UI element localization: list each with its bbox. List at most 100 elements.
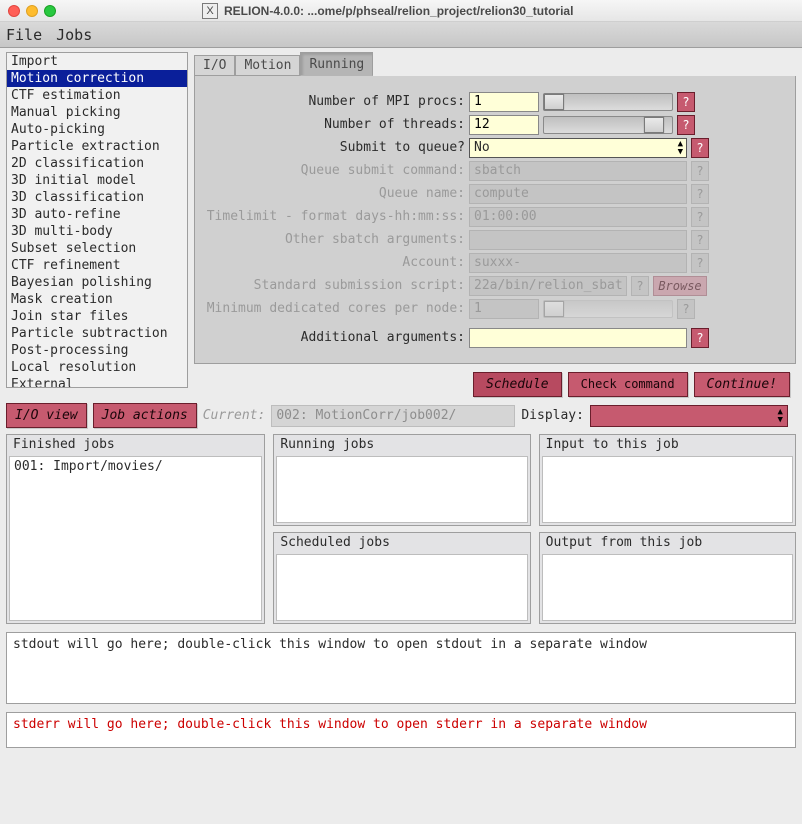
jobtype-item[interactable]: Manual picking	[7, 104, 187, 121]
current-job-field: 002: MotionCorr/job002/	[271, 405, 515, 427]
job-type-list[interactable]: ImportMotion correctionCTF estimationMan…	[6, 52, 188, 388]
running-jobs-header: Running jobs	[274, 435, 529, 454]
othersb-help: ?	[691, 230, 709, 250]
jobtype-item[interactable]: Subset selection	[7, 240, 187, 257]
qname-label: Queue name:	[203, 186, 465, 201]
jobtype-item[interactable]: CTF estimation	[7, 87, 187, 104]
output-jobs-panel: Output from this job	[539, 532, 796, 624]
finished-jobs-list[interactable]: 001: Import/movies/	[9, 456, 262, 621]
schedule-button[interactable]: Schedule	[473, 372, 562, 397]
mpi-input[interactable]	[469, 92, 539, 112]
threads-slider[interactable]	[543, 116, 673, 134]
addargs-input[interactable]	[469, 328, 687, 348]
addargs-help[interactable]: ?	[691, 328, 709, 348]
output-jobs-header: Output from this job	[540, 533, 795, 552]
output-jobs-list[interactable]	[542, 554, 793, 621]
mincores-label: Minimum dedicated cores per node:	[203, 301, 465, 316]
mincores-input	[469, 299, 539, 319]
account-input	[469, 253, 687, 273]
mincores-help: ?	[677, 299, 695, 319]
input-jobs-panel: Input to this job	[539, 434, 796, 526]
running-jobs-panel: Running jobs	[273, 434, 530, 526]
jobtype-item[interactable]: Import	[7, 53, 187, 70]
timelimit-input	[469, 207, 687, 227]
queue-dropdown[interactable]: No ▲▼	[469, 138, 687, 158]
jobtype-item[interactable]: Mask creation	[7, 291, 187, 308]
script-input	[469, 276, 627, 296]
queue-label: Submit to queue?	[203, 140, 465, 155]
jobtype-item[interactable]: Join star files	[7, 308, 187, 325]
tab-io[interactable]: I/O	[194, 55, 235, 76]
input-jobs-list[interactable]	[542, 456, 793, 523]
titlebar: X RELION-4.0.0: ...ome/p/phseal/relion_p…	[0, 0, 802, 22]
tab-running[interactable]: Running	[300, 52, 373, 76]
threads-label: Number of threads:	[203, 117, 465, 132]
finished-jobs-header: Finished jobs	[7, 435, 264, 454]
continue-button[interactable]: Continue!	[694, 372, 790, 397]
qname-help: ?	[691, 184, 709, 204]
stdout-console[interactable]: stdout will go here; double-click this w…	[6, 632, 796, 704]
running-tab-panel: Number of MPI procs: ? Number of threads…	[194, 76, 796, 364]
running-jobs-list[interactable]	[276, 456, 527, 523]
qsubcmd-input	[469, 161, 687, 181]
jobtype-item[interactable]: Local resolution	[7, 359, 187, 376]
tab-bar: I/O Motion Running	[194, 52, 796, 76]
menu-jobs[interactable]: Jobs	[56, 26, 92, 44]
mpi-label: Number of MPI procs:	[203, 94, 465, 109]
display-dropdown[interactable]: ▲▼	[590, 405, 788, 427]
jobtype-item[interactable]: Particle subtraction	[7, 325, 187, 342]
job-actions-button[interactable]: Job actions	[93, 403, 197, 428]
qsubcmd-label: Queue submit command:	[203, 163, 465, 178]
threads-input[interactable]	[469, 115, 539, 135]
jobtype-item[interactable]: 2D classification	[7, 155, 187, 172]
tab-motion[interactable]: Motion	[235, 55, 300, 76]
addargs-label: Additional arguments:	[203, 330, 465, 345]
window-close-button[interactable]: X	[202, 3, 218, 19]
script-label: Standard submission script:	[203, 278, 465, 293]
display-label: Display:	[521, 408, 584, 423]
jobtype-item[interactable]: 3D auto-refine	[7, 206, 187, 223]
browse-button: Browse	[653, 276, 707, 296]
mpi-slider[interactable]	[543, 93, 673, 111]
account-label: Account:	[203, 255, 465, 270]
jobtype-item[interactable]: Motion correction	[7, 70, 187, 87]
timelimit-label: Timelimit - format days-hh:mm:ss:	[203, 209, 465, 224]
menu-file[interactable]: File	[6, 26, 42, 44]
stderr-console[interactable]: stderr will go here; double-click this w…	[6, 712, 796, 748]
timelimit-help: ?	[691, 207, 709, 227]
input-jobs-header: Input to this job	[540, 435, 795, 454]
jobtype-item[interactable]: Particle extraction	[7, 138, 187, 155]
scheduled-jobs-list[interactable]	[276, 554, 527, 621]
jobtype-item[interactable]: 3D multi-body	[7, 223, 187, 240]
account-help: ?	[691, 253, 709, 273]
action-bar: Schedule Check command Continue!	[194, 364, 796, 401]
jobtype-item[interactable]: 3D classification	[7, 189, 187, 206]
jobtype-item[interactable]: Post-processing	[7, 342, 187, 359]
othersb-input	[469, 230, 687, 250]
check-command-button[interactable]: Check command	[568, 372, 688, 397]
jobtype-item[interactable]: CTF refinement	[7, 257, 187, 274]
jobtype-item[interactable]: Bayesian polishing	[7, 274, 187, 291]
queue-value: No	[474, 140, 490, 155]
script-help: ?	[631, 276, 649, 296]
othersb-label: Other sbatch arguments:	[203, 232, 465, 247]
jobtype-item[interactable]: Auto-picking	[7, 121, 187, 138]
maximize-icon[interactable]	[44, 5, 56, 17]
queue-help[interactable]: ?	[691, 138, 709, 158]
current-label: Current:	[203, 408, 266, 423]
qname-input	[469, 184, 687, 204]
mpi-help[interactable]: ?	[677, 92, 695, 112]
list-item[interactable]: 001: Import/movies/	[14, 459, 257, 474]
dropdown-arrows-icon: ▲▼	[778, 408, 783, 424]
close-icon[interactable]	[8, 5, 20, 17]
io-view-button[interactable]: I/O view	[6, 403, 87, 428]
menubar: File Jobs	[0, 22, 802, 48]
threads-help[interactable]: ?	[677, 115, 695, 135]
dropdown-arrows-icon: ▲▼	[678, 140, 683, 156]
mincores-slider	[543, 300, 673, 318]
jobtype-item[interactable]: 3D initial model	[7, 172, 187, 189]
jobtype-item[interactable]: External	[7, 376, 187, 388]
qsubcmd-help: ?	[691, 161, 709, 181]
minimize-icon[interactable]	[26, 5, 38, 17]
window-title: RELION-4.0.0: ...ome/p/phseal/relion_pro…	[224, 4, 573, 18]
